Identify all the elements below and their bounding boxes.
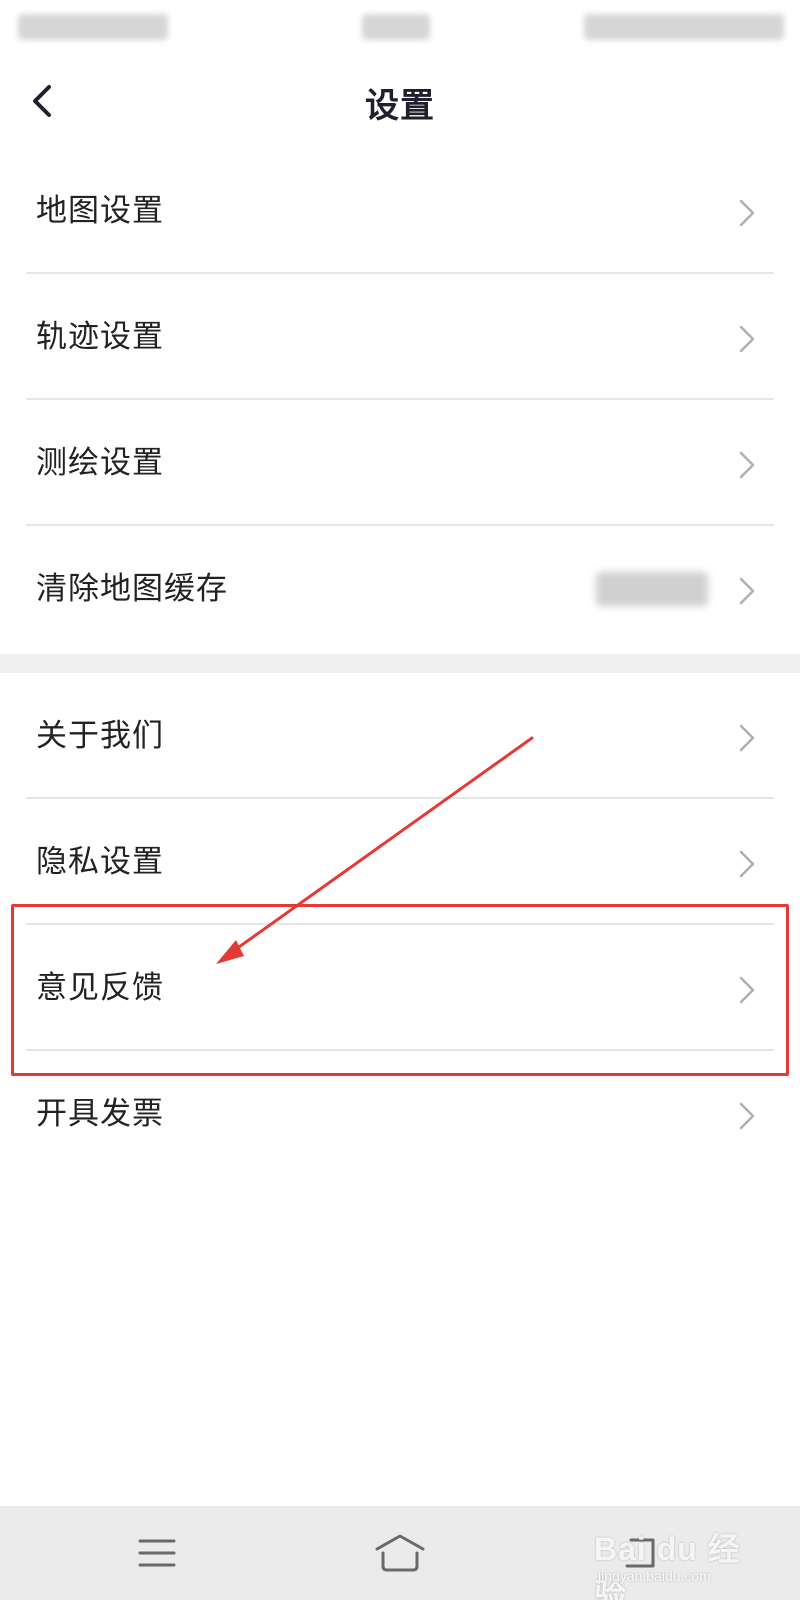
setting-row-clear-cache[interactable]: 清除地图缓存	[0, 526, 800, 652]
setting-row-label: 清除地图缓存	[36, 571, 228, 607]
status-bar-time	[362, 14, 430, 40]
setting-row-track[interactable]: 轨迹设置	[0, 274, 800, 400]
chevron-right-icon	[739, 976, 755, 1004]
menu-icon	[138, 1539, 176, 1567]
settings-page: 设置 地图设置 轨迹设置 测绘设置 清除地图缓存 关于我们 隐私设置 意见反馈 …	[0, 0, 800, 1600]
system-nav-bar: Bai du 经验 jingyan.baidu.com	[0, 1506, 800, 1600]
settings-group-1: 地图设置 轨迹设置 测绘设置 清除地图缓存	[0, 148, 800, 652]
setting-row-label: 测绘设置	[36, 445, 164, 481]
home-icon	[375, 1534, 425, 1572]
page-title: 设置	[365, 86, 435, 126]
cache-size-value	[596, 572, 708, 606]
setting-row-label: 意见反馈	[36, 970, 164, 1006]
nav-back-button[interactable]	[604, 1526, 674, 1580]
back-icon	[625, 1538, 655, 1568]
chevron-right-icon	[739, 577, 755, 605]
chevron-right-icon	[739, 451, 755, 479]
setting-row-label: 关于我们	[36, 718, 164, 754]
chevron-right-icon	[739, 199, 755, 227]
setting-row-map[interactable]: 地图设置	[0, 148, 800, 274]
setting-row-label: 隐私设置	[36, 844, 164, 880]
status-bar-indicators	[584, 14, 784, 40]
chevron-right-icon	[739, 325, 755, 353]
group-separator	[0, 654, 800, 673]
settings-group-2: 关于我们 隐私设置 意见反馈 开具发票	[0, 673, 800, 1177]
setting-row-about-us[interactable]: 关于我们	[0, 673, 800, 799]
status-bar	[0, 0, 800, 56]
chevron-right-icon	[739, 724, 755, 752]
setting-row-label: 地图设置	[36, 193, 164, 229]
setting-row-feedback[interactable]: 意见反馈	[0, 925, 800, 1051]
chevron-right-icon	[739, 850, 755, 878]
nav-menu-button[interactable]	[122, 1526, 192, 1580]
header: 设置	[0, 56, 800, 148]
chevron-right-icon	[739, 1102, 755, 1130]
nav-home-button[interactable]	[365, 1526, 435, 1580]
setting-row-invoice[interactable]: 开具发票	[0, 1051, 800, 1177]
status-bar-signal	[18, 14, 168, 40]
setting-row-label: 开具发票	[36, 1096, 164, 1132]
setting-row-label: 轨迹设置	[36, 319, 164, 355]
setting-row-survey[interactable]: 测绘设置	[0, 400, 800, 526]
setting-row-privacy[interactable]: 隐私设置	[0, 799, 800, 925]
